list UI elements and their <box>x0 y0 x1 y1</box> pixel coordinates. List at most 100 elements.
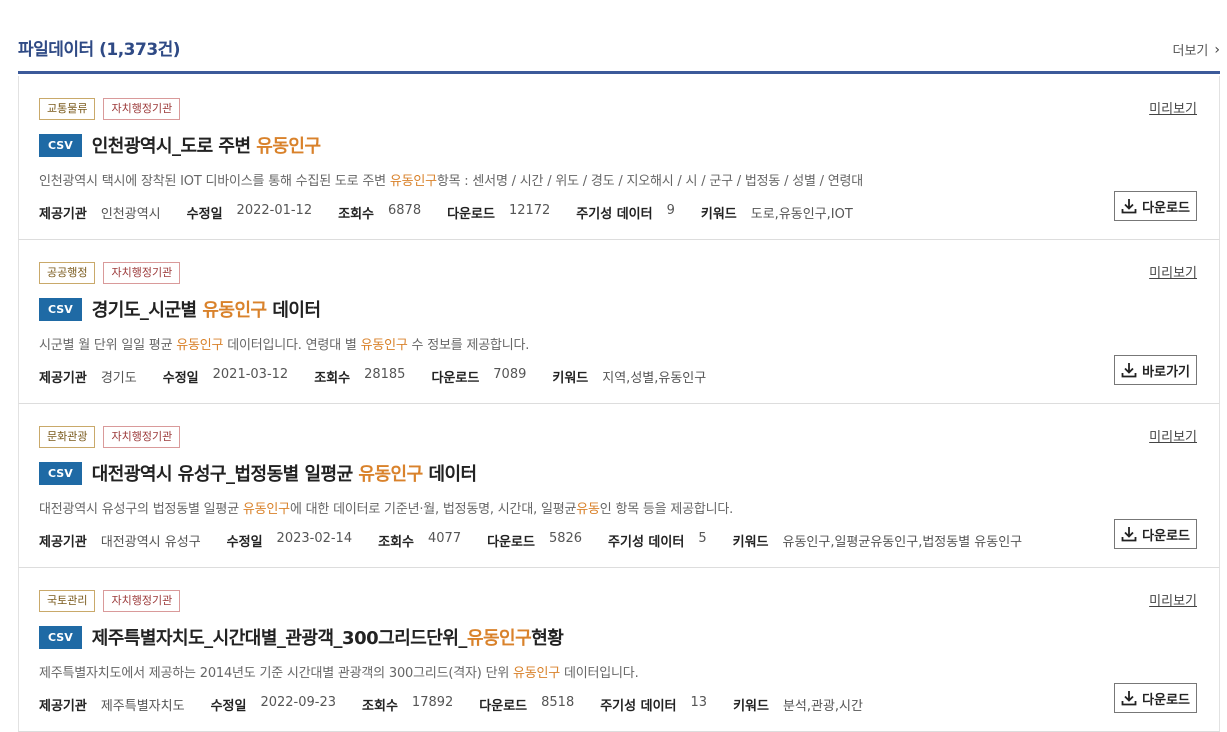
meta-label: 수정일 <box>186 207 223 222</box>
item-title[interactable]: 경기도_시군별 유동인구 데이터 <box>92 296 321 322</box>
downloads-value: 5826 <box>548 531 583 546</box>
title-text: 데이터 <box>422 464 477 485</box>
item-meta: 제공기관 제주특별자치도 수정일 2022-09-23 조회수 17892 다운로드 8… <box>39 695 1114 714</box>
keywords-value: 도로,유동인구,IOT <box>750 207 853 222</box>
modified-value: 2022-01-12 <box>236 203 313 218</box>
desc-text: 항목 : 센서명 / 시간 / 위도 / 경도 / 지오해시 / 시 / 군구 … <box>436 174 864 189</box>
org-type-tag[interactable]: 자치행정기관 <box>103 590 181 612</box>
provider-value: 경기도 <box>100 371 137 386</box>
keywords-value: 지역,성별,유동인구 <box>602 371 707 386</box>
download-icon <box>1121 199 1137 214</box>
views-value: 6878 <box>388 203 422 218</box>
meta-label: 제공기관 <box>39 207 87 222</box>
meta-label: 키워드 <box>732 535 769 550</box>
preview-link[interactable]: 미리보기 <box>1149 426 1197 445</box>
item-description: 제주특별자치도에서 제공하는 2014년도 기준 시간대별 관광객의 300그리… <box>39 662 639 681</box>
preview-link[interactable]: 미리보기 <box>1149 590 1197 609</box>
title-text: 대전광역시 유성구_법정동별 일평균 <box>91 464 359 485</box>
format-badge: CSV <box>39 133 82 157</box>
item-description: 인천광역시 택시에 장착된 IOT 디바이스를 통해 수집된 도로 주변 유동인… <box>39 170 863 189</box>
meta-label: 다운로드 <box>487 535 535 550</box>
downloads-value: 8518 <box>541 695 575 710</box>
category-tag[interactable]: 문화관광 <box>39 426 96 448</box>
chevron-right-icon: › <box>1214 41 1220 58</box>
category-tag[interactable]: 국토관리 <box>39 590 96 612</box>
format-badge: CSV <box>39 297 82 321</box>
title-text: 데이터 <box>266 300 321 321</box>
downloads-value: 12172 <box>508 203 551 218</box>
category-tag[interactable]: 공공행정 <box>39 262 96 284</box>
title-highlight: 유동인구 <box>202 300 267 321</box>
item-title[interactable]: 제주특별자치도_시간대별_관광객_300그리드단위_유동인구현황 <box>92 624 564 650</box>
meta-label: 다운로드 <box>479 699 528 714</box>
desc-highlight: 유동 <box>576 502 600 517</box>
cycle-value: 13 <box>690 695 708 710</box>
list-item: 교통물류 자치행정기관 미리보기 CSV 인천광역시_도로 주변 유동인구 인천… <box>18 76 1220 240</box>
desc-text: 시군별 월 단위 일일 평균 <box>39 338 177 353</box>
desc-text: 인 항목 등을 제공합니다. <box>599 502 734 517</box>
meta-label: 다운로드 <box>447 207 495 222</box>
button-label: 다운로드 <box>1142 528 1190 544</box>
provider-value: 인천광역시 <box>100 207 161 222</box>
meta-label: 제공기관 <box>39 535 87 550</box>
button-label: 바로가기 <box>1142 364 1190 380</box>
desc-text: 수 정보를 제공합니다. <box>407 338 530 353</box>
meta-label: 수정일 <box>162 371 199 386</box>
provider-value: 대전광역시 유성구 <box>100 535 201 550</box>
modified-value: 2023-02-14 <box>276 531 353 546</box>
item-meta: 제공기관 경기도 수정일 2021-03-12 조회수 28185 다운로드 7089 … <box>39 367 1114 386</box>
views-value: 4077 <box>428 531 462 546</box>
desc-text: 대전광역시 유성구의 법정동별 일평균 <box>39 502 243 517</box>
download-icon <box>1121 363 1137 378</box>
downloads-value: 7089 <box>493 367 527 382</box>
download-button[interactable]: 다운로드 <box>1114 519 1197 549</box>
item-title[interactable]: 인천광역시_도로 주변 유동인구 <box>92 132 321 158</box>
org-type-tag[interactable]: 자치행정기관 <box>103 426 181 448</box>
goto-button[interactable]: 바로가기 <box>1114 355 1197 385</box>
desc-text: 인천광역시 택시에 장착된 IOT 디바이스를 통해 수집된 도로 주변 <box>39 174 390 189</box>
desc-text: 데이터입니다. <box>560 666 639 681</box>
title-text: 인천광역시_도로 주변 <box>91 136 257 157</box>
item-description: 대전광역시 유성구의 법정동별 일평균 유동인구에 대한 데이터로 기준년·월,… <box>39 498 733 517</box>
item-meta: 제공기관 인천광역시 수정일 2022-01-12 조회수 6878 다운로드 1217… <box>39 203 1114 222</box>
download-icon <box>1121 527 1137 542</box>
keywords-value: 유동인구,일평균유동인구,법정동별 유동인구 <box>782 535 1023 550</box>
download-icon <box>1121 691 1137 706</box>
meta-label: 주기성 데이터 <box>576 207 653 222</box>
category-tag[interactable]: 교통물류 <box>39 98 96 120</box>
views-value: 28185 <box>364 367 406 382</box>
views-value: 17892 <box>411 695 454 710</box>
button-label: 다운로드 <box>1142 692 1190 708</box>
button-label: 다운로드 <box>1142 200 1190 216</box>
list-item: 문화관광 자치행정기관 미리보기 CSV 대전광역시 유성구_법정동별 일평균 … <box>18 404 1220 568</box>
desc-text: 에 대한 데이터로 기준년·월, 법정동명, 시간대, 일평균 <box>289 502 577 517</box>
title-text: 현황 <box>531 628 564 649</box>
desc-text: 데이터입니다. 연령대 별 <box>223 338 361 353</box>
section-title: 파일데이터 (1,373건) <box>18 40 181 60</box>
meta-label: 조회수 <box>314 371 351 386</box>
meta-label: 조회수 <box>338 207 374 222</box>
modified-value: 2021-03-12 <box>212 367 289 382</box>
meta-label: 수정일 <box>210 699 247 714</box>
meta-label: 주기성 데이터 <box>600 699 677 714</box>
meta-label: 수정일 <box>226 535 263 550</box>
desc-highlight: 유동인구 <box>513 666 561 681</box>
list-item: 공공행정 자치행정기관 미리보기 CSV 경기도_시군별 유동인구 데이터 시군… <box>18 240 1220 404</box>
desc-text: 제주특별자치도에서 제공하는 2014년도 기준 시간대별 관광객의 300그리… <box>39 666 514 681</box>
title-text: 경기도_시군별 <box>91 300 203 321</box>
meta-label: 키워드 <box>733 699 769 714</box>
modified-value: 2022-09-23 <box>260 695 337 710</box>
title-text: 제주특별자치도_시간대별_관광객_300그리드단위_ <box>91 628 468 649</box>
meta-label: 조회수 <box>378 535 414 550</box>
title-highlight: 유동인구 <box>256 136 321 157</box>
org-type-tag[interactable]: 자치행정기관 <box>103 98 181 120</box>
org-type-tag[interactable]: 자치행정기관 <box>103 262 181 284</box>
desc-highlight: 유동인구 <box>176 338 224 353</box>
preview-link[interactable]: 미리보기 <box>1149 262 1197 281</box>
item-title[interactable]: 대전광역시 유성구_법정동별 일평균 유동인구 데이터 <box>92 460 477 486</box>
preview-link[interactable]: 미리보기 <box>1149 98 1197 117</box>
more-label: 더보기 <box>1172 44 1209 59</box>
download-button[interactable]: 다운로드 <box>1114 683 1197 713</box>
more-link[interactable]: 더보기 › <box>1172 40 1221 60</box>
download-button[interactable]: 다운로드 <box>1114 191 1197 221</box>
